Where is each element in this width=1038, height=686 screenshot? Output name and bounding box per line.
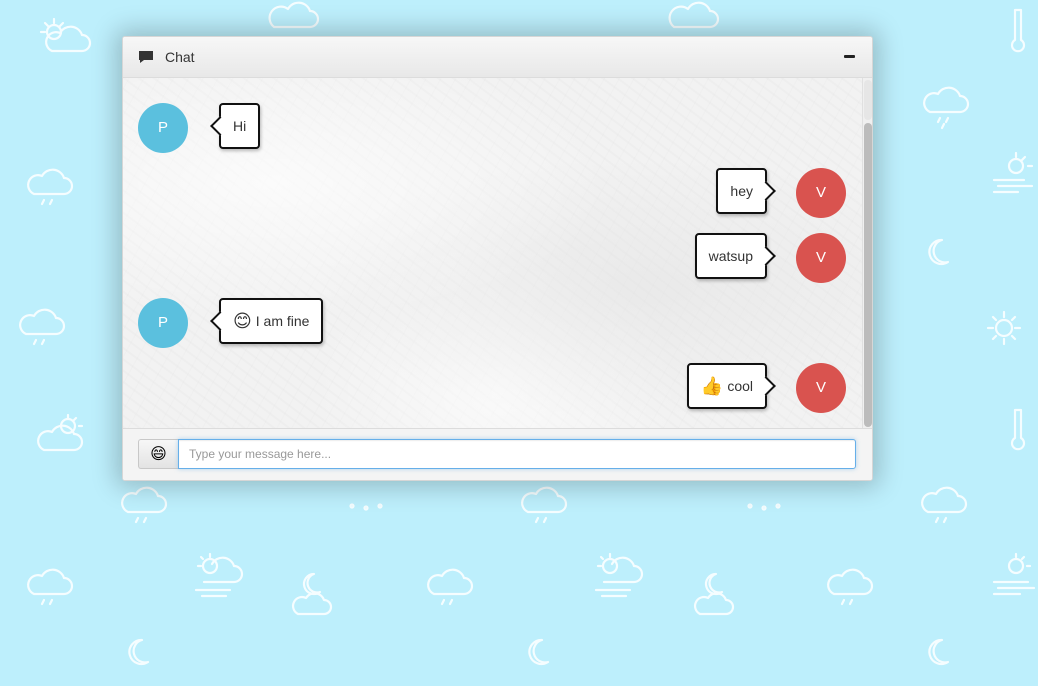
message-input[interactable] (178, 439, 856, 469)
snow-icon (747, 503, 781, 511)
thermometer-icon (1010, 408, 1026, 451)
avatar: P (138, 298, 188, 348)
avatar: V (796, 363, 846, 413)
minimize-icon (844, 55, 855, 58)
bubble-tail (210, 311, 230, 331)
sun-icon (986, 310, 1022, 346)
rain-cloud-icon (19, 308, 66, 346)
bubble-tail (210, 116, 230, 136)
rain-cloud-icon (27, 568, 74, 606)
chat-window: Chat P Hi V hey V watsup P 😊 I am fine V… (122, 36, 873, 481)
message-text: Hi (233, 118, 247, 134)
message-bubble: 😊 I am fine (210, 298, 324, 344)
cloud-icon (668, 1, 720, 29)
sun-wind-cloud-icon (594, 552, 644, 598)
chat-title: Chat (165, 49, 195, 65)
chat-bubble-icon (139, 51, 153, 63)
avatar: P (138, 103, 188, 153)
rain-cloud-icon (521, 486, 568, 524)
scrollbar-track-top (864, 80, 872, 120)
moon-cloud-icon (291, 572, 333, 616)
avatar: V (796, 168, 846, 218)
thermometer-icon (1010, 8, 1026, 53)
sun-wind-cloud-icon (194, 552, 244, 598)
cloud-icon (268, 1, 320, 29)
moon-icon (128, 638, 150, 666)
message-text: watsup (708, 248, 753, 264)
bubble-tail (756, 376, 776, 396)
emoji-icon: 😄 (150, 446, 167, 463)
sun-cloud-icon (39, 17, 92, 53)
rain-cloud-icon (427, 568, 474, 606)
moon-cloud-icon (693, 572, 735, 616)
chat-header: Chat (123, 37, 872, 78)
bubble-tail (756, 246, 776, 266)
rain-cloud-icon (121, 486, 168, 524)
rain-cloud-icon (921, 486, 968, 524)
message-text: I am fine (255, 313, 310, 329)
scrollbar-thumb[interactable] (864, 123, 872, 427)
message-text: hey (730, 183, 753, 199)
message-bubble: Hi (210, 103, 261, 149)
bubble-tail (756, 181, 776, 201)
smile-emoji-icon: 😊 (233, 311, 252, 331)
rain-cloud-icon (923, 86, 970, 130)
moon-icon (928, 638, 950, 666)
scrollbar[interactable] (862, 78, 872, 428)
snow-icon (349, 503, 383, 511)
moon-icon (528, 638, 550, 666)
sun-cloud-icon (37, 413, 84, 452)
message-bubble: 👍 cool (686, 363, 776, 409)
rain-cloud-icon (827, 568, 874, 606)
message-text: cool (727, 378, 753, 394)
thumbs-up-emoji-icon: 👍 (700, 376, 724, 396)
sun-wind-cloud-icon (992, 151, 1034, 194)
moon-icon (928, 238, 950, 266)
avatar: V (796, 233, 846, 283)
message-list[interactable]: P Hi V hey V watsup P 😊 I am fine V 👍 co… (123, 78, 872, 428)
message-bubble: watsup (694, 233, 776, 279)
sun-wind-cloud-icon (992, 552, 1036, 596)
emoji-picker-button[interactable]: 😄 (138, 439, 178, 469)
rain-cloud-icon (27, 168, 74, 206)
message-bubble: hey (716, 168, 776, 214)
minimize-button[interactable] (842, 49, 858, 65)
chat-footer: 😄 (123, 428, 872, 480)
